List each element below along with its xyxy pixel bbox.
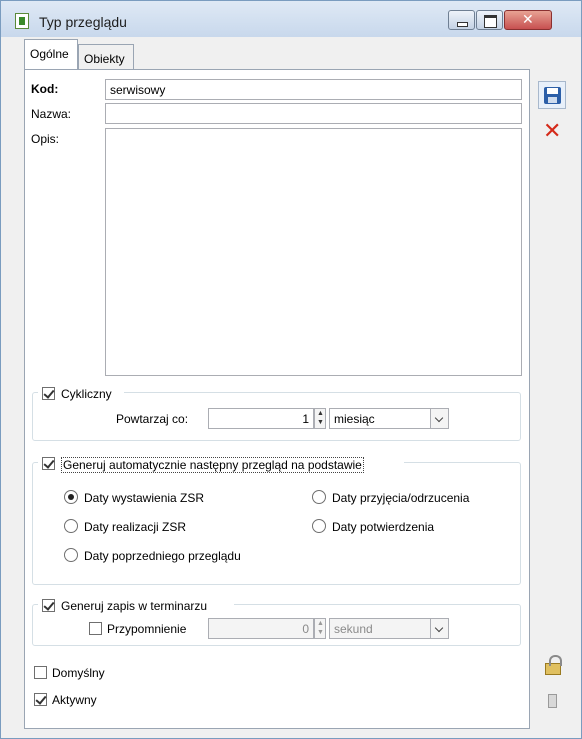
radio-daty-przyjecia[interactable]	[312, 490, 326, 504]
powtarzaj-input[interactable]: 1	[208, 408, 314, 429]
przypomnienie-unit-value: sekund	[334, 622, 373, 636]
przypomnienie-checkbox[interactable]	[89, 622, 102, 635]
tab-ogolne[interactable]: Ogólne	[24, 39, 78, 69]
window-title: Typ przeglądu	[39, 14, 127, 30]
chevron-down-icon	[430, 409, 448, 428]
lock-button[interactable]	[538, 651, 566, 679]
radio-daty-potwierdzenia[interactable]	[312, 519, 326, 533]
domyslny-checkbox[interactable]	[34, 666, 47, 679]
powtarzaj-label: Powtarzaj co:	[116, 412, 189, 426]
opis-label: Opis:	[31, 132, 60, 146]
dialog-window: Typ przeglądu Ogólne Obiekty Kod: serwis…	[0, 0, 582, 739]
cykliczny-checkbox[interactable]	[42, 387, 55, 400]
spin-up-icon: ▲	[317, 410, 324, 417]
delete-icon: ✕	[543, 118, 562, 143]
save-button[interactable]	[538, 81, 566, 109]
radio-daty-potwierdzenia-label: Daty potwierdzenia	[332, 520, 435, 534]
przypomnienie-input[interactable]: 0	[208, 618, 314, 639]
delete-button[interactable]: ✕	[538, 117, 566, 145]
generuj-checkbox[interactable]	[42, 457, 55, 470]
aktywny-checkbox[interactable]	[34, 693, 47, 706]
unit-select[interactable]: miesiąc	[329, 408, 449, 429]
spin-up-icon: ▲	[317, 620, 324, 627]
pin-button[interactable]	[538, 687, 566, 715]
chevron-down-icon	[430, 619, 448, 638]
nazwa-input[interactable]	[105, 103, 522, 124]
przypomnienie-unit-select[interactable]: sekund	[329, 618, 449, 639]
radio-daty-wystawienia[interactable]	[64, 490, 78, 504]
close-button[interactable]	[504, 10, 552, 30]
radio-daty-realizacji-label: Daty realizacji ZSR	[84, 520, 187, 534]
aktywny-label: Aktywny	[52, 693, 97, 707]
pin-icon	[548, 694, 557, 708]
powtarzaj-spinner[interactable]: ▲ ▼	[314, 408, 326, 429]
cykliczny-label: Cykliczny	[61, 387, 112, 401]
domyslny-label: Domyślny	[52, 666, 105, 680]
title-bar[interactable]: Typ przeglądu	[1, 1, 581, 37]
app-icon	[15, 13, 29, 29]
lock-icon	[545, 655, 562, 675]
spin-down-icon: ▼	[317, 629, 324, 636]
terminarz-label: Generuj zapis w terminarzu	[61, 599, 208, 613]
minimize-button[interactable]	[448, 10, 475, 30]
radio-daty-poprzedniego[interactable]	[64, 548, 78, 562]
kod-label: Kod:	[31, 82, 59, 96]
save-icon	[544, 87, 561, 104]
unit-select-value: miesiąc	[334, 412, 375, 426]
spin-down-icon: ▼	[317, 419, 324, 426]
kod-input[interactable]: serwisowy	[105, 79, 522, 100]
radio-daty-przyjecia-label: Daty przyjęcia/odrzucenia	[332, 491, 470, 505]
przypomnienie-spinner[interactable]: ▲ ▼	[314, 618, 326, 639]
radio-daty-wystawienia-label: Daty wystawienia ZSR	[84, 491, 205, 505]
generuj-label: Generuj automatycznie następny przegląd …	[61, 457, 364, 473]
terminarz-checkbox[interactable]	[42, 599, 55, 612]
przypomnienie-label: Przypomnienie	[107, 622, 187, 636]
opis-textarea[interactable]	[105, 128, 522, 376]
radio-daty-poprzedniego-label: Daty poprzedniego przeglądu	[84, 549, 241, 563]
nazwa-label: Nazwa:	[31, 107, 72, 121]
radio-daty-realizacji[interactable]	[64, 519, 78, 533]
maximize-button[interactable]	[476, 10, 503, 30]
tab-obiekty[interactable]: Obiekty	[78, 44, 134, 69]
